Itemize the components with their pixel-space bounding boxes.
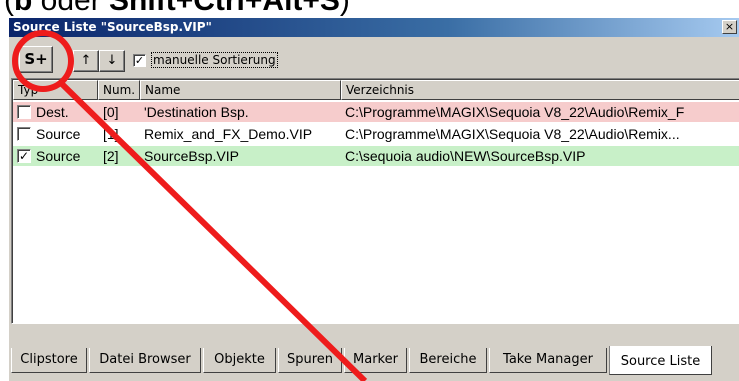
row-directory: C:\sequoia audio\NEW\SourceBsp.VIP	[345, 148, 586, 164]
list-header: Typ Num. Name Verzeichnis	[13, 80, 739, 100]
source-list-window: Source Liste "SourceBsp.VIP" × S+ ↑ ↓ ✓ …	[8, 18, 739, 381]
table-row[interactable]: ✓ Source [2] SourceBsp.VIP C:\sequoia au…	[13, 146, 739, 166]
move-up-button[interactable]: ↑	[73, 50, 99, 72]
tab-datei-browser[interactable]: Datei Browser	[89, 348, 201, 373]
close-button[interactable]: ×	[722, 20, 737, 34]
manual-sort-label[interactable]: manuelle Sortierung	[151, 52, 278, 68]
tab-objekte[interactable]: Objekte	[203, 348, 276, 373]
table-row[interactable]: Dest. [0] 'Destination Bsp. C:\Programme…	[13, 102, 739, 122]
tab-marker[interactable]: Marker	[344, 348, 407, 373]
tab-bereiche[interactable]: Bereiche	[409, 348, 487, 373]
source-list: Typ Num. Name Verzeichnis Dest. [0] 'Des…	[11, 78, 739, 324]
row-type: Source	[36, 148, 81, 164]
caption-text: (b oder Shift+Ctrl+Alt+S)	[4, 0, 350, 17]
toolbar: S+ ↑ ↓ ✓ manuelle Sortierung	[9, 40, 739, 74]
row-name: SourceBsp.VIP	[144, 148, 239, 164]
panel-tabs: Clipstore Datei Browser Objekte Spuren M…	[9, 346, 739, 376]
row-type: Dest.	[36, 104, 69, 120]
row-num: [0]	[103, 104, 119, 120]
column-header-name[interactable]: Name	[140, 80, 341, 100]
window-title: Source Liste "SourceBsp.VIP"	[9, 18, 739, 37]
row-num: [1]	[103, 126, 119, 142]
add-source-button[interactable]: S+	[19, 46, 53, 73]
column-header-num[interactable]: Num.	[98, 80, 140, 100]
tab-source-liste[interactable]: Source Liste	[609, 346, 712, 375]
row-name: Remix_and_FX_Demo.VIP	[144, 126, 313, 142]
row-name: 'Destination Bsp.	[144, 104, 249, 120]
column-header-directory[interactable]: Verzeichnis	[341, 80, 739, 100]
manual-sort-checkbox[interactable]: ✓	[133, 54, 146, 67]
tab-spuren[interactable]: Spuren	[278, 348, 342, 373]
row-num: [2]	[103, 148, 119, 164]
row-type: Source	[36, 126, 81, 142]
row-checkbox[interactable]	[17, 127, 31, 141]
tab-take-manager[interactable]: Take Manager	[489, 348, 607, 373]
row-directory: C:\Programme\MAGIX\Sequoia V8_22\Audio\R…	[345, 126, 680, 142]
tab-clipstore[interactable]: Clipstore	[11, 348, 87, 373]
row-directory: C:\Programme\MAGIX\Sequoia V8_22\Audio\R…	[345, 104, 685, 120]
row-checkbox[interactable]: ✓	[17, 149, 31, 163]
table-row[interactable]: Source [1] Remix_and_FX_Demo.VIP C:\Prog…	[13, 124, 739, 144]
move-down-button[interactable]: ↓	[99, 50, 125, 72]
row-checkbox[interactable]	[17, 105, 31, 119]
column-header-type[interactable]: Typ	[13, 80, 98, 100]
